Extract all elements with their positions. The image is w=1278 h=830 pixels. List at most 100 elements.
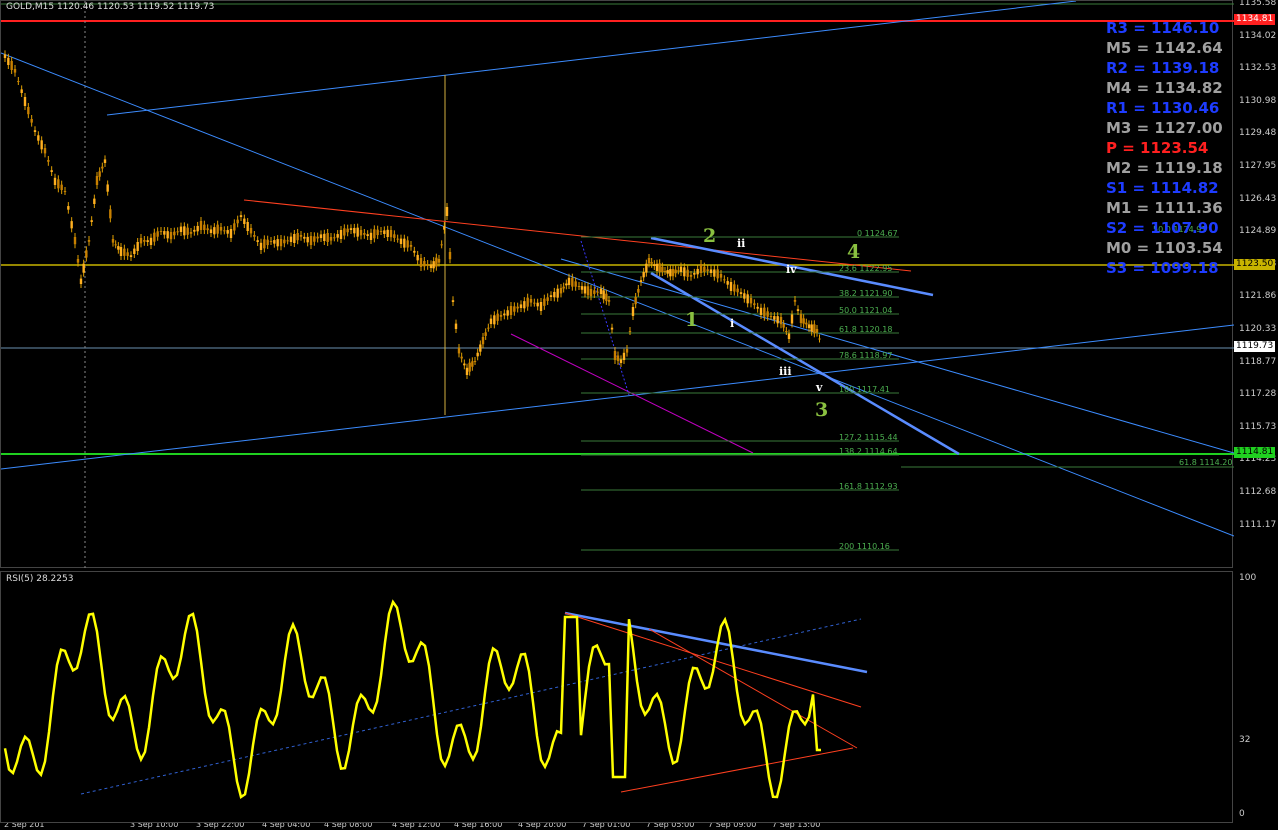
candle-body	[815, 329, 819, 333]
pivot-level: R1 = 1130.46	[1106, 99, 1220, 117]
pivot-level: M2 = 1119.18	[1106, 159, 1223, 177]
candle-body	[219, 227, 223, 231]
candle-body	[419, 258, 423, 267]
candle-body	[605, 293, 608, 301]
candle-body	[363, 233, 366, 235]
candle-body	[70, 221, 73, 229]
time-tick-label: 7 Sep 09:00	[708, 823, 757, 829]
candle-body	[529, 299, 533, 303]
price-axis[interactable]: 1135.58 1134.02 1132.53 1130.98 1129.48 1127.…	[1233, 0, 1278, 568]
candle-body	[793, 300, 797, 302]
candle-body	[3, 54, 7, 58]
candle-body	[457, 348, 461, 354]
candle-body	[169, 232, 173, 240]
candle-body	[176, 231, 179, 233]
candle-body	[729, 282, 733, 291]
candle-body	[399, 238, 403, 244]
candle-body	[98, 171, 101, 177]
candle-body	[813, 324, 816, 334]
rsi-red-mid-trend	[648, 628, 858, 749]
candle-body	[216, 224, 219, 234]
candle-body	[53, 177, 57, 185]
candle-body	[776, 316, 779, 324]
candle-body	[674, 269, 677, 274]
candle-body	[293, 234, 296, 243]
candle-body	[499, 315, 503, 317]
candle-body	[126, 252, 129, 256]
candle-body	[273, 240, 276, 244]
candle-body	[406, 240, 409, 248]
candle-body	[243, 218, 246, 224]
candle-body	[610, 327, 614, 330]
time-tick-label: 4 Sep 20:00	[518, 823, 567, 829]
main-chart-pane[interactable]: 0 1124.67 23.6 1122.95 38.2 1121.90 50.0 11…	[0, 0, 1234, 569]
price-tick-label: 1112.68	[1239, 487, 1277, 497]
fib-level-label: 38.2 1121.90	[839, 289, 893, 298]
price-chart-canvas[interactable]	[1, 1, 1234, 569]
candle-body	[173, 231, 176, 236]
candle-body	[239, 215, 243, 217]
time-tick-label: 4 Sep 12:00	[392, 823, 441, 829]
candle-body	[196, 225, 199, 232]
price-tick-label: 1118.77	[1239, 356, 1277, 367]
candle-body	[136, 242, 139, 251]
candle-body	[356, 227, 359, 237]
candle-body	[671, 269, 675, 277]
candle-body	[696, 268, 699, 275]
candle-body	[276, 239, 279, 247]
candle-body	[440, 244, 443, 246]
candle-body	[269, 241, 273, 242]
candle-body	[653, 264, 656, 266]
candle-body	[790, 314, 794, 324]
candle-body	[329, 237, 333, 241]
wave-label-white: iv	[786, 263, 797, 276]
upper-channel-line	[106, 1, 1077, 116]
candle-body	[109, 209, 112, 219]
candle-body	[319, 234, 323, 238]
rsi-level-label: 0	[1239, 809, 1245, 819]
candle-body	[533, 302, 536, 304]
candle-body	[481, 337, 485, 345]
candle-body	[63, 191, 67, 192]
candle-body	[373, 229, 376, 239]
candle-body	[253, 235, 256, 237]
price-tick-label: 1117.28	[1239, 389, 1277, 400]
pivot-level: M5 = 1142.64	[1106, 39, 1223, 57]
fib-level-label: 23.6 1122.95	[839, 264, 893, 273]
candle-body	[393, 234, 396, 238]
pivot-level: P = 1123.54	[1106, 139, 1209, 157]
time-tick-label: 7 Sep 13:00	[772, 823, 821, 829]
candle-body	[437, 259, 441, 263]
time-tick-label: 4 Sep 04:00	[262, 823, 311, 829]
candle-body	[473, 361, 477, 362]
candle-body	[637, 289, 640, 293]
price-tick-label: 1134.02	[1239, 30, 1277, 41]
candle-body	[756, 306, 759, 309]
green-line-price-tag: 1114.81	[1234, 447, 1276, 458]
candle-body	[85, 250, 88, 258]
candle-body	[589, 289, 593, 297]
candle-body	[37, 135, 40, 141]
candle-body	[186, 227, 189, 235]
candle-body	[460, 356, 463, 359]
pivot-levels-panel: R3 = 1146.10 M5 = 1142.64 R2 = 1139.18 M4 =…	[1106, 18, 1231, 278]
candle-body	[802, 318, 805, 324]
candle-body	[306, 236, 309, 243]
candle-body	[669, 269, 672, 277]
time-tick-label: 2 Sep 201	[4, 823, 45, 829]
candle-body	[487, 327, 490, 329]
candle-body	[27, 107, 30, 115]
candle-body	[289, 236, 293, 242]
candle-body	[296, 233, 299, 241]
candle-body	[333, 237, 336, 239]
price-tick-label: 1126.43	[1239, 193, 1277, 204]
candle-body	[726, 281, 729, 285]
candle-body	[233, 223, 236, 231]
rsi-pane[interactable]	[0, 571, 1233, 823]
candle-body	[799, 314, 803, 323]
candle-body	[103, 159, 107, 163]
rsi-chart-canvas[interactable]	[1, 572, 1234, 824]
candle-body	[23, 97, 27, 106]
candle-body	[607, 300, 611, 302]
pivot-level: R2 = 1139.18	[1106, 59, 1220, 77]
